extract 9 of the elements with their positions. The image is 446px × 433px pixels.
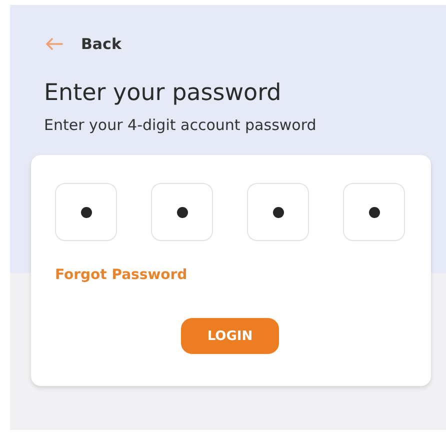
login-button[interactable]: LOGIN xyxy=(181,318,279,354)
page-subtitle: Enter your 4-digit account password xyxy=(43,116,318,134)
pin-input-field[interactable] xyxy=(151,183,213,241)
pin-input-field[interactable] xyxy=(55,183,117,241)
back-link[interactable]: Back xyxy=(81,35,122,53)
pin-input-field[interactable] xyxy=(343,183,405,241)
pin-input-field[interactable] xyxy=(247,183,309,241)
forgot-password-link[interactable]: Forgot Password xyxy=(55,267,188,283)
page-title: Enter your password xyxy=(43,80,282,106)
